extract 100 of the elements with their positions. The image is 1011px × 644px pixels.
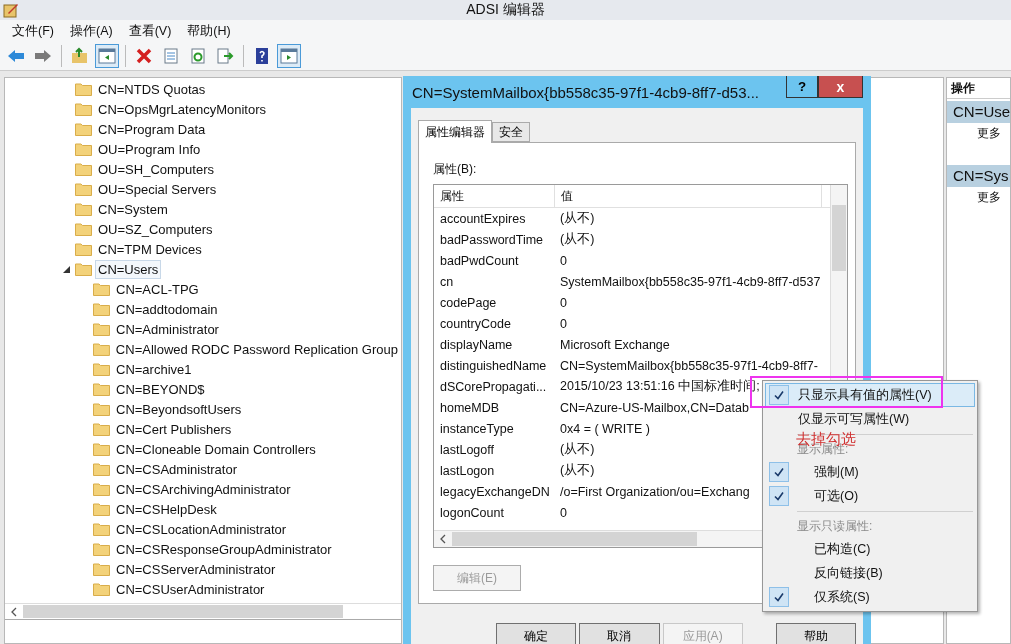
menu-item[interactable]: 查看(V) bbox=[122, 20, 178, 42]
tree-item[interactable]: CN=System bbox=[95, 199, 171, 219]
menu-item[interactable]: 强制(M) bbox=[765, 460, 975, 484]
menu-item[interactable]: 帮助(H) bbox=[181, 20, 237, 42]
attribute-value: (从不) bbox=[559, 462, 595, 479]
tree-item[interactable]: CN=Program Data bbox=[95, 119, 209, 139]
folder-icon bbox=[93, 302, 110, 316]
tree-item[interactable]: CN=Administrator bbox=[113, 319, 222, 339]
tab[interactable]: 安全 bbox=[492, 122, 530, 142]
pane-icon bbox=[98, 47, 116, 65]
folder-icon bbox=[75, 182, 92, 196]
tree-item[interactable]: OU=Program Info bbox=[95, 139, 204, 159]
action-pane-button[interactable] bbox=[277, 44, 301, 68]
attribute-name: lastLogoff bbox=[439, 442, 495, 457]
attribute-name: codePage bbox=[439, 295, 498, 310]
folder-icon bbox=[75, 262, 92, 276]
help-icon bbox=[253, 47, 271, 65]
horizontal-scrollbar[interactable] bbox=[5, 603, 401, 620]
attribute-value: SystemMailbox{bb558c35-97f1-4cb9-8ff7-d537 bbox=[559, 274, 821, 289]
attribute-value: CN=Azure-US-Mailbox,CN=Datab bbox=[559, 400, 749, 415]
menu-item[interactable]: 反向链接(B) bbox=[765, 561, 975, 585]
folder-icon bbox=[93, 542, 110, 556]
folder-icon bbox=[75, 122, 92, 136]
tree-item[interactable]: CN=CSArchivingAdministrator bbox=[113, 479, 294, 499]
attribute-value: /o=First Organization/ou=Exchang bbox=[559, 484, 750, 499]
folder-icon bbox=[75, 142, 92, 156]
tree-item[interactable]: CN=OpsMgrLatencyMonitors bbox=[95, 99, 269, 119]
attribute-value: 0 bbox=[559, 295, 567, 310]
tree-item[interactable]: CN=addtodomain bbox=[113, 299, 221, 319]
menu-item[interactable]: 仅显示可写属性(W) bbox=[765, 407, 975, 431]
tab[interactable]: 属性编辑器 bbox=[418, 120, 492, 143]
notepad-icon bbox=[3, 2, 19, 18]
pane-icon bbox=[280, 47, 298, 65]
attribute-name: lastLogon bbox=[439, 463, 496, 478]
tree-item[interactable]: CN=BeyondsoftUsers bbox=[113, 399, 245, 419]
tree-item[interactable]: OU=Special Servers bbox=[95, 179, 220, 199]
folder-icon bbox=[93, 282, 110, 296]
column-header[interactable]: 值 bbox=[555, 185, 822, 207]
attribute-name: dSCorePropagati... bbox=[439, 379, 548, 394]
folder-icon bbox=[93, 582, 110, 596]
tree-item[interactable]: CN=CSServerAdministrator bbox=[113, 559, 279, 579]
tree-item[interactable]: CN=CSResponseGroupAdministrator bbox=[113, 539, 335, 559]
tree-item[interactable]: CN=TPM Devices bbox=[95, 239, 205, 259]
column-header[interactable]: 属性 bbox=[434, 185, 555, 207]
menu-item[interactable]: 操作(A) bbox=[63, 20, 119, 42]
tree-item[interactable]: CN=BEYOND$ bbox=[113, 379, 208, 399]
tree-item[interactable]: CN=CSAdministrator bbox=[113, 459, 240, 479]
dialog-title: CN=SystemMailbox{bb558c35-97f1-4cb9-8ff7-d53... bbox=[412, 83, 759, 101]
tree-item[interactable]: CN=archive1 bbox=[113, 359, 195, 379]
folder-icon bbox=[93, 402, 110, 416]
attribute-name: badPasswordTime bbox=[439, 232, 545, 247]
help-button[interactable]: ? bbox=[786, 76, 818, 98]
tree-item[interactable]: CN=CSHelpDesk bbox=[113, 499, 220, 519]
pane-title: 操作 bbox=[947, 78, 1010, 99]
refresh-icon bbox=[189, 47, 207, 65]
dialog-button[interactable]: 确定 bbox=[496, 623, 577, 644]
tree-item[interactable]: OU=SH_Computers bbox=[95, 159, 217, 179]
tree-item[interactable]: CN=NTDS Quotas bbox=[95, 79, 209, 99]
folder-icon bbox=[93, 322, 110, 336]
dialog-button[interactable]: 取消 bbox=[579, 623, 660, 644]
tree-item[interactable]: CN=ACL-TPG bbox=[113, 279, 202, 299]
attribute-name: legacyExchangeDN bbox=[439, 484, 551, 499]
folder-icon bbox=[93, 442, 110, 456]
folder-icon bbox=[75, 202, 92, 216]
folder-icon bbox=[93, 462, 110, 476]
attribute-name: logonCount bbox=[439, 505, 505, 520]
folder-icon bbox=[92, 342, 110, 356]
attribute-name: displayName bbox=[439, 337, 514, 352]
action-link[interactable]: 更多 bbox=[947, 123, 1010, 143]
folder-icon bbox=[93, 422, 110, 436]
close-button[interactable]: x bbox=[818, 76, 863, 98]
action-link[interactable]: 更多 bbox=[947, 187, 1010, 207]
menu-item[interactable]: 可选(O) bbox=[765, 484, 975, 508]
menu-item[interactable]: 仅系统(S) bbox=[765, 585, 975, 609]
folder-up-icon bbox=[71, 47, 89, 65]
attribute-value: 0 bbox=[559, 316, 567, 331]
menu-item[interactable]: 只显示具有值的属性(V) bbox=[765, 383, 975, 407]
menu-item[interactable]: 文件(F) bbox=[6, 20, 60, 42]
section-header: CN=Use bbox=[947, 101, 1010, 123]
attribute-name: distinguishedName bbox=[439, 358, 548, 373]
attribute-value: Microsoft Exchange bbox=[559, 337, 670, 352]
right-arrow-icon bbox=[34, 47, 52, 65]
attribute-value: CN=SystemMailbox{bb558c35-97f1-4cb9-8ff7- bbox=[559, 358, 818, 373]
folder-icon bbox=[75, 222, 92, 236]
tree-item[interactable]: OU=SZ_Computers bbox=[95, 219, 216, 239]
folder-icon bbox=[93, 562, 110, 576]
tree-item[interactable]: CN=Cert Publishers bbox=[113, 419, 235, 439]
tree-item[interactable]: CN=Allowed RODC Password Replication Group bbox=[112, 339, 401, 359]
attribute-name: badPwdCount bbox=[439, 253, 520, 268]
export-icon bbox=[216, 47, 234, 65]
attribute-name: cn bbox=[439, 274, 455, 289]
folder-icon bbox=[93, 522, 110, 536]
tree-item[interactable]: CN=CSUserAdministrator bbox=[113, 579, 268, 599]
tree-item[interactable]: CN=Cloneable Domain Controllers bbox=[113, 439, 319, 459]
left-arrow-icon bbox=[7, 47, 25, 65]
tree-item[interactable]: CN=CSLocationAdministrator bbox=[113, 519, 290, 539]
tree-item[interactable]: CN=Users bbox=[95, 259, 162, 279]
menu-item[interactable]: 已构造(C) bbox=[765, 537, 975, 561]
console-tree-button[interactable] bbox=[95, 44, 119, 68]
dialog-button[interactable]: 帮助 bbox=[775, 623, 856, 644]
